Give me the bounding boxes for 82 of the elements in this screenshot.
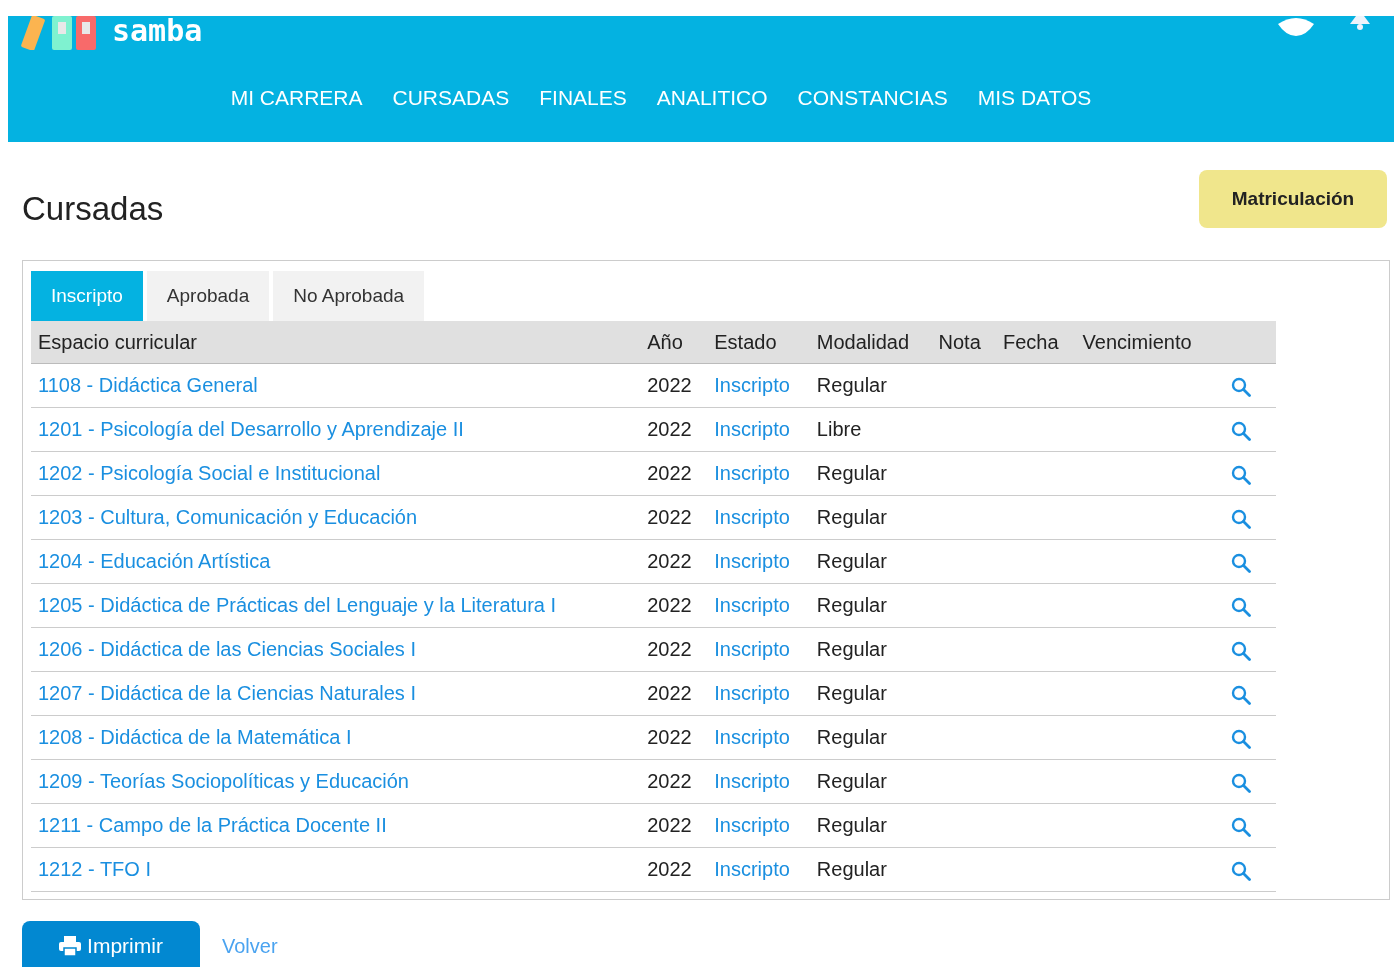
status-link[interactable]: Inscripto — [714, 550, 790, 572]
subject-link[interactable]: 1202 - Psicología Social e Institucional — [38, 462, 381, 484]
modality-cell: Regular — [816, 550, 887, 572]
search-icon[interactable] — [1231, 596, 1251, 617]
subject-link[interactable]: 1204 - Educación Artística — [38, 550, 271, 572]
year-cell: 2022 — [647, 374, 692, 396]
column-header: Fecha — [995, 321, 1076, 364]
page-title: Cursadas — [22, 190, 164, 228]
search-icon[interactable] — [1231, 816, 1251, 837]
status-link[interactable]: Inscripto — [714, 770, 790, 792]
year-cell: 2022 — [647, 770, 692, 792]
modality-cell: Regular — [816, 594, 887, 616]
subject-link[interactable]: 1203 - Cultura, Comunicación y Educación — [38, 506, 418, 528]
nav-link[interactable]: CONSTANCIAS — [797, 86, 948, 110]
logo-text: samba — [112, 16, 203, 46]
search-icon[interactable] — [1231, 860, 1251, 881]
status-link[interactable]: Inscripto — [714, 638, 790, 660]
search-icon[interactable] — [1231, 376, 1251, 397]
subject-link[interactable]: 1211 - Campo de la Práctica Docente II — [38, 814, 387, 836]
printer-icon — [59, 936, 82, 956]
modality-cell: Regular — [816, 858, 887, 880]
subject-link[interactable]: 1209 - Teorías Sociopolíticas y Educación — [38, 770, 409, 792]
status-link[interactable]: Inscripto — [714, 374, 790, 396]
modality-cell: Regular — [816, 638, 887, 660]
modality-cell: Regular — [816, 374, 887, 396]
subject-link[interactable]: 1201 - Psicología del Desarrollo y Aprendizaje II — [38, 418, 464, 440]
subject-link[interactable]: 1212 - TFO I — [38, 858, 151, 880]
modality-cell: Regular — [816, 814, 887, 836]
modality-cell: Regular — [816, 726, 887, 748]
status-link[interactable]: Inscripto — [714, 594, 790, 616]
year-cell: 2022 — [647, 418, 692, 440]
year-cell: 2022 — [647, 858, 692, 880]
modality-cell: Regular — [816, 462, 887, 484]
search-icon[interactable] — [1231, 420, 1251, 441]
column-header: Año — [640, 321, 708, 364]
search-icon[interactable] — [1231, 728, 1251, 749]
year-cell: 2022 — [647, 594, 692, 616]
tab[interactable]: No Aprobada — [273, 271, 425, 321]
enrollment-button[interactable]: Matriculación — [1199, 170, 1387, 228]
subject-link[interactable]: 1108 - Didáctica General — [38, 374, 258, 396]
year-cell: 2022 — [647, 726, 692, 748]
nav-link[interactable]: ANALITICO — [656, 86, 768, 110]
subject-link[interactable]: 1208 - Didáctica de la Matemática I — [38, 726, 352, 748]
status-link[interactable]: Inscripto — [714, 726, 790, 748]
search-icon[interactable] — [1231, 464, 1251, 485]
nav-link[interactable]: FINALES — [539, 86, 627, 110]
column-header: Espacio curricular — [31, 321, 641, 364]
search-icon[interactable] — [1231, 772, 1251, 793]
year-cell: 2022 — [647, 638, 692, 660]
year-cell: 2022 — [647, 550, 692, 572]
nav-link[interactable]: MIS DATOS — [977, 86, 1092, 110]
year-cell: 2022 — [647, 682, 692, 704]
search-icon[interactable] — [1231, 684, 1251, 705]
column-header: Vencimiento — [1075, 321, 1217, 364]
back-link[interactable]: Volver — [222, 934, 278, 958]
column-header: Modalidad — [809, 321, 932, 364]
status-link[interactable]: Inscripto — [714, 682, 790, 704]
status-link[interactable]: Inscripto — [714, 462, 790, 484]
year-cell: 2022 — [647, 814, 692, 836]
subject-link[interactable]: 1206 - Didáctica de las Ciencias Sociales I — [38, 638, 416, 660]
nav-link[interactable]: MI CARRERA — [230, 86, 363, 110]
status-link[interactable]: Inscripto — [714, 814, 790, 836]
search-icon[interactable] — [1231, 508, 1251, 529]
modality-cell: Libre — [816, 418, 862, 440]
status-link[interactable]: Inscripto — [714, 418, 790, 440]
column-header: Nota — [931, 321, 996, 364]
tab[interactable]: Inscripto — [31, 271, 143, 321]
year-cell: 2022 — [647, 462, 692, 484]
modality-cell: Regular — [816, 770, 887, 792]
year-cell: 2022 — [647, 506, 692, 528]
print-button[interactable]: Imprimir — [22, 921, 200, 967]
subject-link[interactable]: 1207 - Didáctica de la Ciencias Naturales I — [38, 682, 416, 704]
search-icon[interactable] — [1231, 640, 1251, 661]
search-icon[interactable] — [1231, 552, 1251, 573]
modality-cell: Regular — [816, 682, 887, 704]
tab[interactable]: Aprobada — [146, 271, 270, 321]
nav-link[interactable]: CURSADAS — [392, 86, 510, 110]
column-header: Estado — [707, 321, 810, 364]
status-link[interactable]: Inscripto — [714, 858, 790, 880]
subject-link[interactable]: 1205 - Didáctica de Prácticas del Lenguaje y la Literatura I — [38, 594, 557, 616]
modality-cell: Regular — [816, 506, 887, 528]
status-link[interactable]: Inscripto — [714, 506, 790, 528]
